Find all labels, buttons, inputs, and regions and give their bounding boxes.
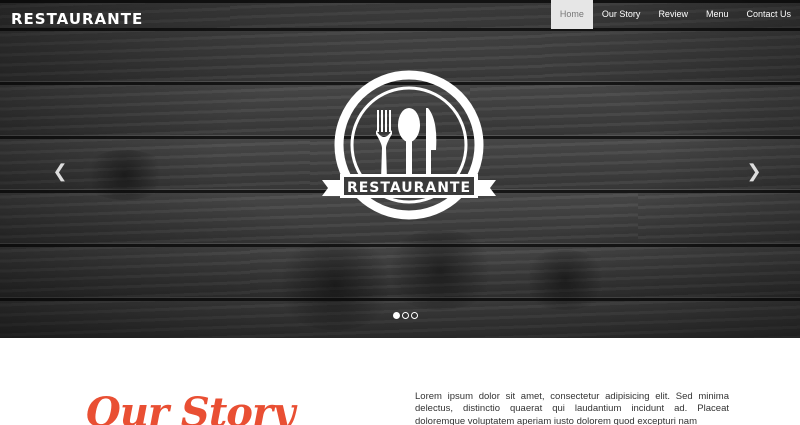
nav-item-home[interactable]: Home [550, 0, 593, 29]
carousel-dot[interactable] [402, 312, 409, 319]
main-nav: Home Our Story Review Menu Contact Us [550, 0, 800, 29]
carousel-dot[interactable] [393, 312, 400, 319]
brand-logo[interactable]: RESTAURANTE [11, 10, 143, 28]
carousel-dot[interactable] [411, 312, 418, 319]
carousel-indicators [393, 312, 418, 319]
nav-item-review[interactable]: Review [649, 0, 697, 29]
story-text: Lorem ipsum dolor sit amet, consectetur … [415, 391, 729, 425]
fork-icon [376, 110, 392, 180]
hero-carousel: RESTAURANTE RESTAURANTE Home Our Story Rev… [0, 0, 800, 338]
chevron-left-icon[interactable]: ❮ [52, 161, 68, 181]
knife-icon [426, 108, 437, 180]
nav-item-contact-us[interactable]: Contact Us [737, 0, 800, 29]
nav-item-menu[interactable]: Menu [697, 0, 738, 29]
logo-text: RESTAURANTE [346, 180, 472, 196]
spoon-icon [398, 108, 420, 180]
story-title: Our Story [86, 389, 295, 425]
restaurant-logo [322, 70, 496, 220]
our-story-section: Our Story Lorem ipsum dolor sit amet, co… [0, 338, 800, 425]
chevron-right-icon[interactable]: ❯ [746, 161, 762, 181]
nav-item-our-story[interactable]: Our Story [593, 0, 650, 29]
